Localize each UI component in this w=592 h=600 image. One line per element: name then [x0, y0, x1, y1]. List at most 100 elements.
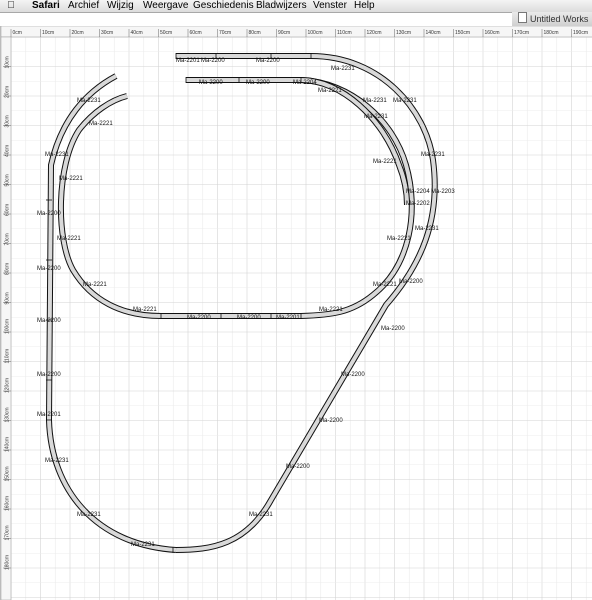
ruler-tick-label: 120cm: [367, 30, 382, 36]
track-plan[interactable]: 0cm 10cm 20cm 30cm 40cm 50cm 60cm 70cm 80cm 90cm 1…: [1, 26, 592, 600]
menu-geschiedenis[interactable]: Geschiedenis: [193, 0, 254, 12]
ruler-tick-label: 150cm: [5, 466, 11, 481]
ruler-tick-label: 160cm: [485, 30, 500, 36]
track-label: Ma-2221: [133, 307, 157, 313]
track-label: Ma-2200: [341, 372, 365, 378]
apple-icon[interactable]: : [6, 0, 16, 12]
track-label: Ma-2200: [37, 211, 61, 217]
ruler-tick-label: 110cm: [5, 349, 11, 364]
ruler-tick-label: 110cm: [337, 30, 352, 36]
ruler-tick-label: 180cm: [5, 555, 11, 570]
ruler-tick-label: 50cm: [160, 30, 172, 36]
document-icon: [518, 12, 527, 23]
tracks: [45, 53, 438, 553]
track-label: Ma-2200: [256, 58, 280, 64]
track-segment[interactable]: [57, 77, 415, 319]
track-label: Ma-2231: [363, 98, 387, 104]
ruler-tick-label: 30cm: [101, 30, 113, 36]
left-ruler: 10cm 20cm 30cm 40cm 50cm 60cm 70cm 80cm 90cm 100c…: [1, 36, 12, 600]
drawing-canvas[interactable]: 0cm 10cm 20cm 30cm 40cm 50cm 60cm 70cm 80cm 90cm 1…: [0, 26, 592, 600]
track-label: Ma-2200: [187, 315, 211, 321]
ruler-tick-label: 170cm: [5, 525, 11, 540]
track-label: Ma-2203: [431, 189, 455, 195]
track-label: Ma-2221: [57, 236, 81, 242]
track-label: Ma-2201: [276, 315, 300, 321]
track-label: Ma-2200: [37, 372, 61, 378]
ruler-tick-label: 130cm: [5, 407, 11, 422]
ruler-tick-label: 90cm: [5, 292, 11, 304]
track-label: Ma-2221: [373, 282, 397, 288]
track-label: Ma-2231: [45, 458, 69, 464]
track-label: Ma-2231: [364, 114, 388, 120]
track-label: Ma-2221: [89, 121, 113, 127]
track-label: Ma-2200: [381, 326, 405, 332]
track-label: Ma-2200: [286, 464, 310, 470]
track-bed: [175, 54, 437, 552]
menu-bladwijzers[interactable]: Bladwijzers: [256, 0, 307, 12]
ruler-tick-label: 130cm: [396, 30, 411, 36]
track-label: Ma-2231: [415, 226, 439, 232]
ruler-tick-label: 0cm: [13, 30, 22, 36]
track-label: Ma-2221: [387, 236, 411, 242]
track-label: Ma-2200: [37, 318, 61, 324]
menu-help[interactable]: Help: [354, 0, 375, 12]
ruler-tick-label: 70cm: [219, 30, 231, 36]
ruler-tick-label: 120cm: [5, 378, 11, 393]
track-label: Ma-2200: [237, 315, 261, 321]
ruler-tick-label: 170cm: [514, 30, 529, 36]
track-label: Ma-2221: [318, 88, 342, 94]
track-label: Ma-2231: [331, 66, 355, 72]
track-label: Ma-2204: [406, 189, 430, 195]
track-label: Ma-2221: [59, 176, 83, 182]
ruler-tick-label: 100cm: [5, 319, 11, 334]
ruler-tick-label: 40cm: [5, 145, 11, 157]
ruler-tick-label: 20cm: [5, 86, 11, 98]
top-ruler: 0cm 10cm 20cm 30cm 40cm 50cm 60cm 70cm 80cm 90cm 1…: [1, 26, 592, 38]
menu-weergave[interactable]: Weergave: [143, 0, 188, 12]
ruler-tick-label: 90cm: [278, 30, 290, 36]
ruler-tick-label: 20cm: [72, 30, 84, 36]
ruler-tick-label: 80cm: [249, 30, 261, 36]
ruler-tick-label: 100cm: [308, 30, 323, 36]
track-label: Ma-2231: [393, 98, 417, 104]
ruler-tick-label: 140cm: [5, 437, 11, 452]
ruler-tick-label: 80cm: [5, 263, 11, 275]
ruler-tick-label: 160cm: [5, 496, 11, 511]
ruler-tick-label: 60cm: [190, 30, 202, 36]
ruler-tick-label: 50cm: [5, 174, 11, 186]
ruler-tick-label: 60cm: [5, 204, 11, 216]
track-label: Ma-2200: [37, 266, 61, 272]
track-segment[interactable]: [175, 53, 438, 553]
track-label: Ma-2231: [77, 512, 101, 518]
track-label: Ma-2200: [199, 80, 223, 86]
ruler-tick-label: 70cm: [5, 233, 11, 245]
track-label: Ma-2221: [373, 159, 397, 165]
menu-venster[interactable]: Venster: [313, 0, 347, 12]
track-label: Ma-2204: [293, 80, 317, 86]
track-label: Ma-2231: [249, 512, 273, 518]
track-label: Ma-2200: [246, 80, 270, 86]
window-title: Untitled Works: [530, 14, 589, 24]
menu-archief[interactable]: Archief: [68, 0, 99, 12]
track-label: Ma-2201: [37, 412, 61, 418]
track-bed: [300, 78, 409, 206]
ruler-tick-label: 10cm: [42, 30, 54, 36]
ruler-tick-label: 40cm: [131, 30, 143, 36]
track-label: Ma-2200: [319, 418, 343, 424]
track-label: Ma-2231: [45, 152, 69, 158]
ruler-tick-label: 140cm: [426, 30, 441, 36]
menu-safari[interactable]: Safari: [32, 0, 60, 12]
track-label: Ma-2231: [77, 98, 101, 104]
ruler-tick-label: 150cm: [455, 30, 470, 36]
track-label: Ma-2221: [83, 282, 107, 288]
track-label: Ma-2231: [131, 542, 155, 548]
ruler-tick-label: 10cm: [5, 56, 11, 68]
track-label: Ma-2231: [421, 152, 445, 158]
track-label: Ma-2221: [319, 307, 343, 313]
track-label: Ma-2202: [406, 201, 430, 207]
menu-wijzig[interactable]: Wijzig: [107, 0, 134, 12]
menu-bar:  Safari Archief Wijzig Weergave Geschie…: [0, 0, 592, 13]
window-title-bar[interactable]: Untitled Works: [512, 12, 592, 27]
ruler-tick-label: 180cm: [544, 30, 559, 36]
track-label: Ma-2201: [176, 58, 200, 64]
